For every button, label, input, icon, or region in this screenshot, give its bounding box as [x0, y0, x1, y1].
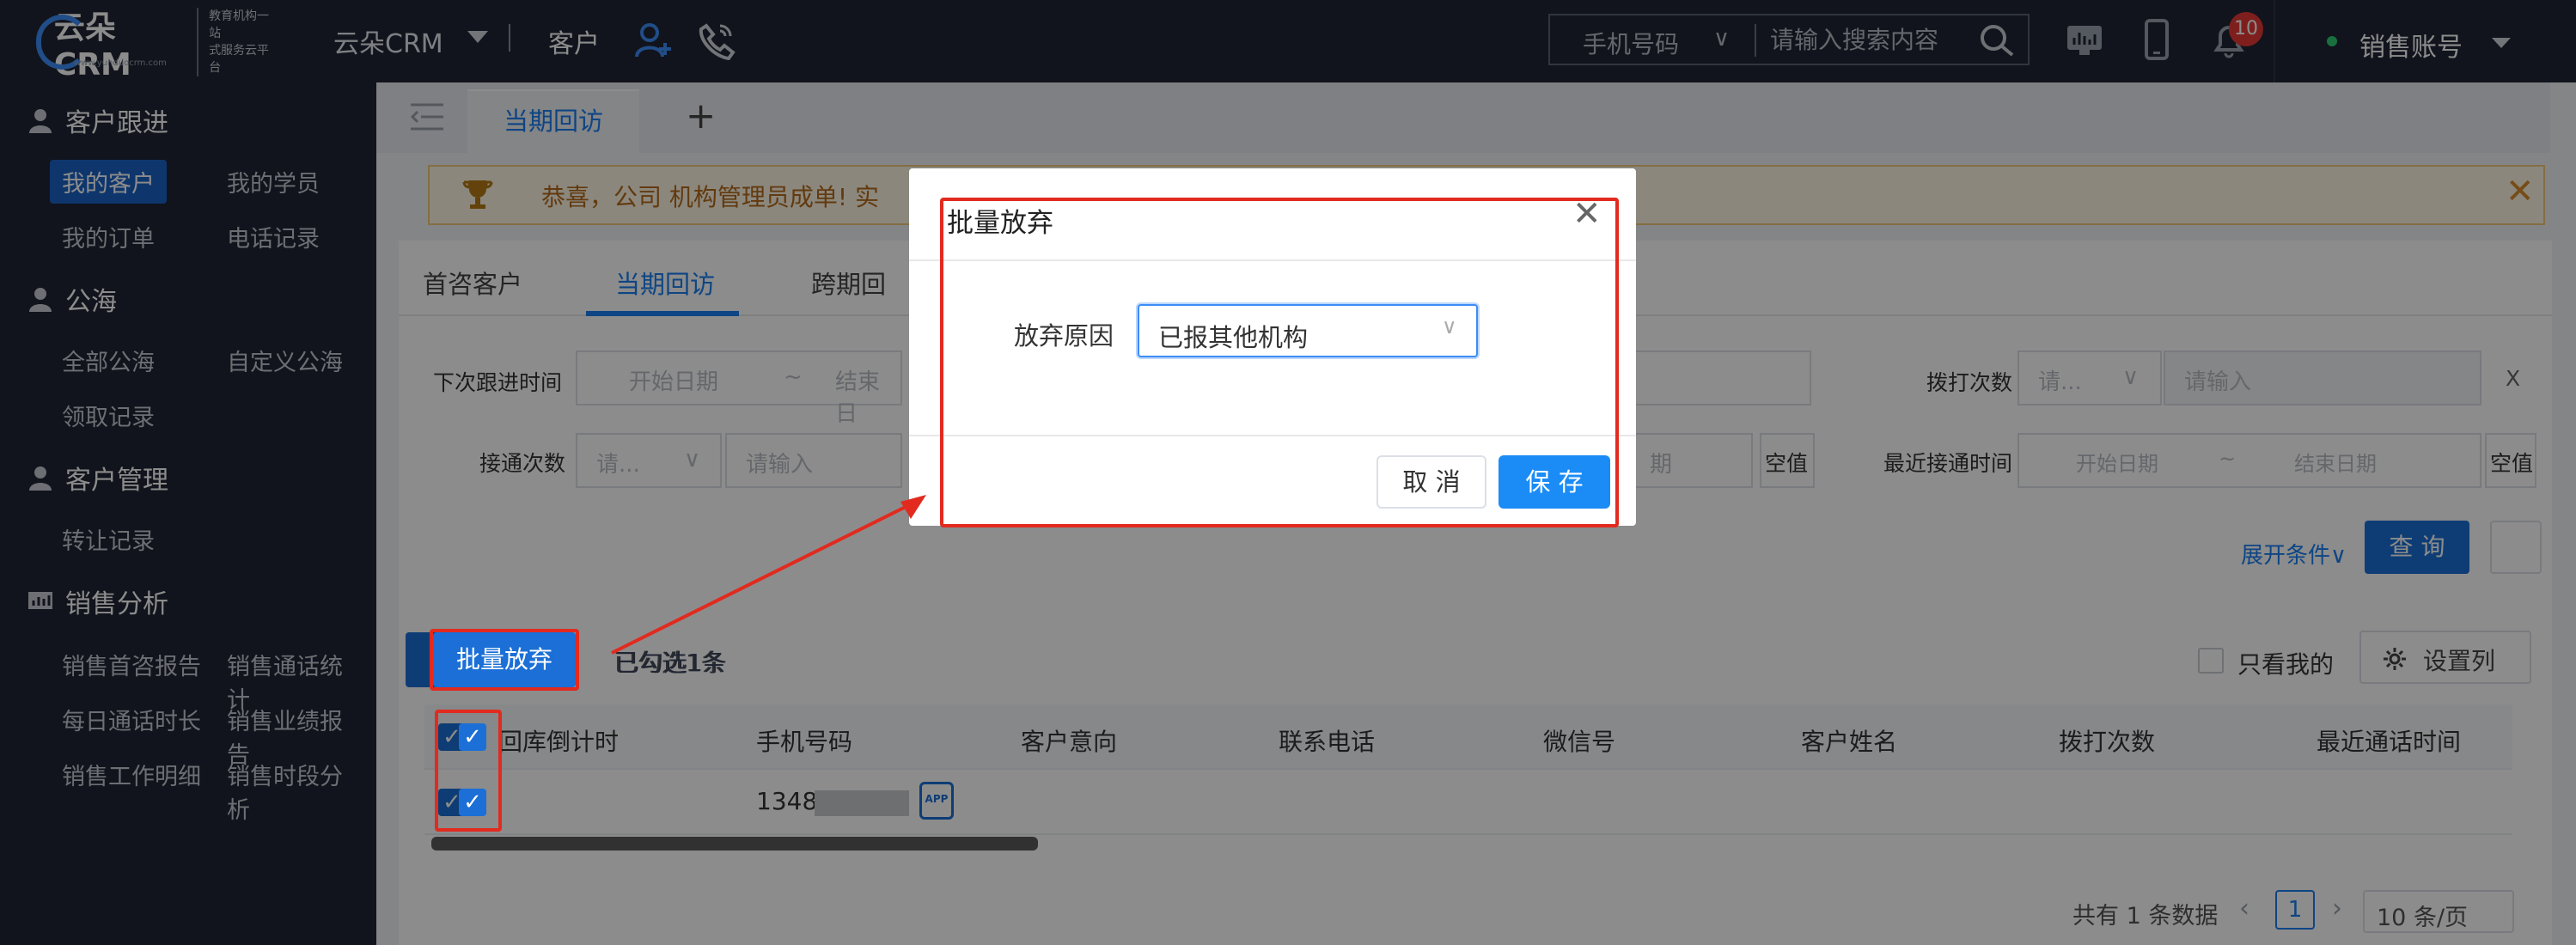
highlight-box-dialog: [940, 198, 1619, 527]
highlight-box-batch-button: [430, 629, 579, 691]
annotation-arrow: [611, 495, 926, 655]
highlight-box-checkboxes: [435, 710, 502, 832]
